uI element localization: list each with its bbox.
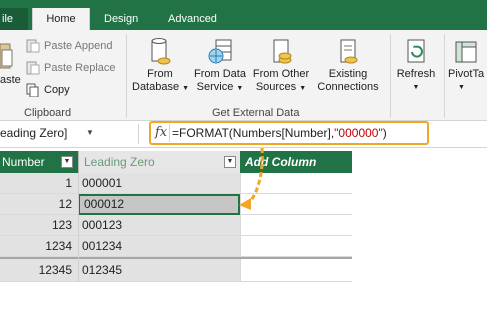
filter-dropdown-icon[interactable]: ▼ [61,156,73,168]
paste-replace-icon [26,61,40,75]
paste-append-icon [26,39,40,53]
clipboard-group-label: Clipboard [24,107,72,119]
tab-file[interactable]: ile [0,8,28,30]
group-divider [126,34,127,118]
tab-design[interactable]: Design [104,8,140,30]
chevron-down-icon[interactable]: ▼ [86,128,94,137]
formula-bar-divider [138,124,139,144]
formula-suffix: ) [382,126,387,140]
cell-number[interactable]: 12345 [0,259,78,282]
chevron-down-icon: ▼ [182,85,190,92]
from-other-sources-label-1: From Other [252,68,310,80]
formula-literal: "000000" [334,126,383,140]
chevron-down-icon: ▼ [299,85,307,92]
filter-dropdown-icon[interactable]: ▼ [224,156,236,168]
from-data-service-button[interactable]: From Data Service ▼ [190,38,250,95]
column-header-leading-zero-label: Leading Zero [84,155,155,169]
column-header-number[interactable]: Number ▼ [0,151,78,173]
pivottable-icon [454,38,480,68]
from-other-sources-label-2-text: Sources [255,81,297,93]
other-sources-icon [269,38,293,68]
cell-add-column[interactable] [240,215,352,236]
formula-arg: Numbers[Number] [232,126,331,140]
refresh-label: Refresh [396,68,436,80]
connections-icon [336,38,360,68]
group-divider [390,34,391,118]
data-service-icon [207,38,233,68]
chevron-down-icon: ▼ [458,84,465,91]
function-icon[interactable]: fx [155,125,167,140]
from-data-service-label-2: Service ▼ [190,81,250,95]
pivottable-label: PivotTa [448,68,485,80]
paste-append-button[interactable]: Paste Append [44,40,113,52]
column-divider [78,173,79,282]
cell-leading-zero[interactable]: 000123 [78,215,240,236]
column-header-number-label: Number [2,155,45,169]
cell-leading-zero[interactable]: 001234 [78,236,240,257]
paste-button[interactable]: aste [0,74,21,86]
formula-prefix: =FORMAT( [172,126,233,140]
from-database-button[interactable]: From Database ▼ [132,38,190,95]
from-data-service-label-1: From Data [194,68,246,80]
database-icon [148,38,172,68]
formula-input[interactable]: =FORMAT(Numbers[Number],"000000") [172,126,387,140]
title-bar [0,0,487,8]
refresh-icon [404,38,428,68]
chevron-down-icon: ▼ [236,85,244,92]
copy-icon [26,83,40,98]
refresh-button[interactable]: Refresh ▼ [394,38,438,94]
from-database-label-2: Database ▼ [132,81,190,95]
group-divider [444,34,445,118]
cell-leading-zero[interactable]: 000001 [78,173,240,194]
cell-number[interactable]: 1 [0,173,78,194]
column-header-leading-zero[interactable]: Leading Zero ▼ [78,151,240,173]
get-external-data-group-label: Get External Data [212,107,300,119]
paste-icon [0,40,16,70]
annotation-arrow [239,147,264,210]
cell-number[interactable]: 123 [0,215,78,236]
from-database-label-2-text: Database [132,81,180,93]
tab-advanced[interactable]: Advanced [168,8,224,30]
cell-add-column[interactable] [240,259,352,282]
existing-connections-label-1: Existing [328,68,368,80]
existing-connections-button[interactable]: Existing Connections [314,38,382,94]
cell-leading-zero-selected[interactable]: 000012 [78,194,240,215]
name-box[interactable]: eading Zero] [0,126,67,140]
tab-home[interactable]: Home [32,8,90,30]
existing-connections-label-2: Connections [317,81,379,93]
cell-add-column[interactable] [240,236,352,257]
cell-leading-zero[interactable]: 012345 [78,259,240,282]
pivottable-button[interactable]: PivotTa ▼ [448,38,487,94]
from-other-sources-label-2: Sources ▼ [250,81,312,95]
chevron-down-icon: ▼ [412,84,420,91]
copy-button[interactable]: Copy [44,84,70,96]
fx-divider [169,124,170,142]
cell-number[interactable]: 12 [0,194,78,215]
grid-empty-area [352,151,487,173]
cell-number[interactable]: 1234 [0,236,78,257]
from-other-sources-button[interactable]: From Other Sources ▼ [250,38,312,95]
from-database-label-1: From [147,68,173,80]
from-data-service-label-2-text: Service [196,81,234,93]
paste-replace-button[interactable]: Paste Replace [44,62,116,74]
